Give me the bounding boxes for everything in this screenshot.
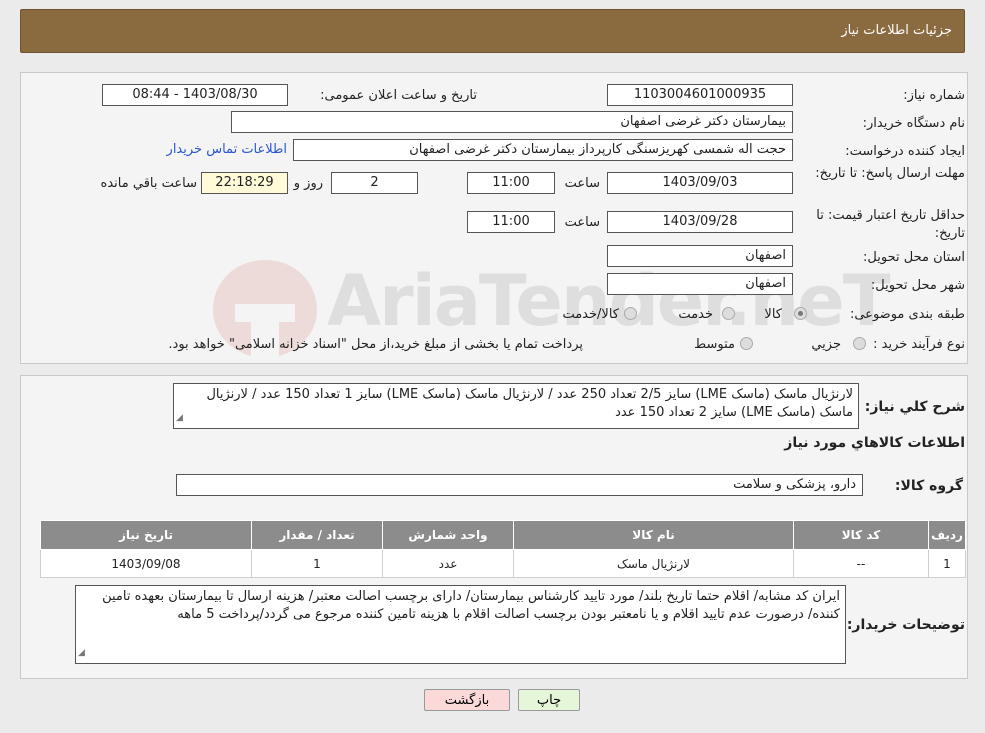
city-label: شهر محل تحویل: bbox=[870, 278, 965, 293]
category-radio-service[interactable] bbox=[722, 307, 735, 320]
city-field: اصفهان bbox=[607, 273, 793, 295]
resize-grip-icon[interactable]: ◢ bbox=[176, 409, 183, 427]
description-text: لارنژیال ماسک (ماسک LME) سایز 2/5 تعداد … bbox=[206, 387, 853, 420]
announce-label: تاریخ و ساعت اعلان عمومی: bbox=[320, 88, 477, 103]
category-option-service: خدمت bbox=[678, 307, 713, 322]
purchase-type-label: نوع فرآیند خرید : bbox=[873, 337, 965, 352]
col-item-name: نام کالا bbox=[513, 520, 794, 550]
items-section-title: اطلاعات کالاهاي مورد نیاز bbox=[784, 435, 965, 451]
reply-deadline-label: مهلت ارسال پاسخ: تا تاریخ: bbox=[815, 166, 965, 181]
col-item-code: کد کالا bbox=[793, 520, 929, 550]
back-button[interactable]: بازگشت bbox=[424, 689, 510, 711]
need-number-label: شماره نیاز: bbox=[903, 88, 965, 103]
print-button[interactable]: چاپ bbox=[518, 689, 580, 711]
validity-time-field: 11:00 bbox=[467, 211, 555, 233]
category-radio-goods-service[interactable] bbox=[624, 307, 637, 320]
goods-group-label: گروه کالا: bbox=[894, 478, 963, 494]
validity-label: حداقل تاریخ اعتبار قیمت: تا تاریخ: bbox=[816, 208, 965, 241]
buyer-org-label: نام دستگاه خریدار: bbox=[862, 116, 965, 131]
reply-time-label: ساعت bbox=[564, 176, 600, 191]
announce-field: 1403/08/30 - 08:44 bbox=[102, 84, 288, 106]
page-title: جزئیات اطلاعات نیاز bbox=[841, 23, 952, 38]
cell-need-date: 1403/09/08 bbox=[40, 549, 252, 578]
creator-field: حجت اله شمسی کهریزسنگی کارپرداز بیمارستا… bbox=[293, 139, 793, 161]
reply-date-field: 1403/09/03 bbox=[607, 172, 793, 194]
cell-item-code: -- bbox=[793, 549, 929, 578]
days-label: روز و bbox=[293, 176, 323, 191]
cell-unit: عدد bbox=[382, 549, 514, 578]
buyer-org-field: بیمارستان دکتر غرضی اصفهان bbox=[231, 111, 793, 133]
days-remaining-field: 2 bbox=[331, 172, 418, 194]
description-textarea[interactable]: لارنژیال ماسک (ماسک LME) سایز 2/5 تعداد … bbox=[173, 383, 859, 429]
remaining-time-field: 22:18:29 bbox=[201, 172, 288, 194]
description-label: شرح کلي نیاز: bbox=[864, 399, 965, 415]
cell-row-number: 1 bbox=[928, 549, 966, 578]
cell-item-name: لارنژیال ماسک bbox=[513, 549, 794, 578]
category-option-goods-service: کالا/خدمت bbox=[562, 307, 619, 322]
resize-grip-icon[interactable]: ◢ bbox=[78, 644, 85, 662]
need-number-field: 1103004601000935 bbox=[607, 84, 793, 106]
col-need-date: تاریخ نیاز bbox=[40, 520, 252, 550]
reply-time-field: 11:00 bbox=[467, 172, 555, 194]
purchase-radio-partial[interactable] bbox=[853, 337, 866, 350]
province-field: اصفهان bbox=[607, 245, 793, 267]
purchase-option-medium: متوسط bbox=[694, 337, 735, 352]
page-header: جزئیات اطلاعات نیاز bbox=[20, 9, 965, 53]
col-row-number: ردیف bbox=[928, 520, 966, 550]
items-table-header: ردیف کد کالا نام کالا واحد شمارش تعداد /… bbox=[40, 520, 966, 550]
creator-label: ایجاد کننده درخواست: bbox=[845, 144, 965, 159]
col-unit: واحد شمارش bbox=[382, 520, 514, 550]
items-table: ردیف کد کالا نام کالا واحد شمارش تعداد /… bbox=[40, 520, 966, 578]
validity-time-label: ساعت bbox=[564, 215, 600, 230]
category-radio-goods[interactable] bbox=[794, 307, 807, 320]
buyer-contact-link[interactable]: اطلاعات تماس خریدار bbox=[167, 142, 287, 157]
buyer-notes-label: توضیحات خریدار: bbox=[846, 617, 965, 633]
buyer-notes-textarea[interactable]: ایران کد مشابه/ اقلام حتما تاریخ بلند/ م… bbox=[75, 585, 846, 664]
validity-date-field: 1403/09/28 bbox=[607, 211, 793, 233]
buyer-notes-text: ایران کد مشابه/ اقلام حتما تاریخ بلند/ م… bbox=[102, 589, 840, 622]
goods-group-field: دارو، پزشکی و سلامت bbox=[176, 474, 863, 496]
col-quantity: تعداد / مقدار bbox=[251, 520, 383, 550]
table-row: 1 -- لارنژیال ماسک عدد 1 1403/09/08 bbox=[40, 549, 966, 578]
purchase-option-partial: جزیي bbox=[811, 337, 841, 352]
purchase-note: پرداخت تمام یا بخشی از مبلغ خرید،از محل … bbox=[168, 337, 583, 352]
cell-quantity: 1 bbox=[251, 549, 383, 578]
province-label: استان محل تحویل: bbox=[863, 250, 965, 265]
category-option-goods: کالا bbox=[764, 307, 782, 322]
purchase-radio-medium[interactable] bbox=[740, 337, 753, 350]
category-label: طبقه بندی موضوعی: bbox=[849, 307, 965, 322]
remaining-label: ساعت باقي مانده bbox=[100, 176, 197, 191]
